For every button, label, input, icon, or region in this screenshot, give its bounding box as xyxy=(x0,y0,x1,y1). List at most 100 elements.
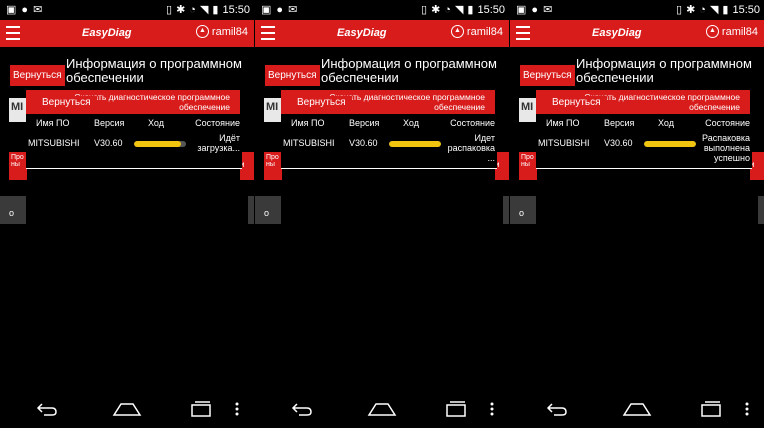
status-bar: ▣ ● ✉ ▯ ✱ ◔ ◥ ▮ 15:50 xyxy=(255,0,509,20)
column-header-version: Версия xyxy=(94,118,125,128)
user-account[interactable]: ▲ ramil84 xyxy=(450,25,503,38)
image-icon: ▣ xyxy=(261,4,272,16)
recents-nav-icon[interactable] xyxy=(445,400,467,418)
back-nav-icon[interactable] xyxy=(36,402,58,416)
background-red-button: Про ны xyxy=(519,152,537,180)
background-gray-item-right xyxy=(758,196,764,224)
overflow-icon[interactable] xyxy=(744,401,750,417)
screen-panel: ▣ ● ✉ ▯ ✱ ◔ ◥ ▮ 15:50 EasyDiag ▲ ramil84… xyxy=(510,0,764,428)
user-name: ramil84 xyxy=(721,25,758,38)
vibrate-icon: ▯ xyxy=(676,4,683,16)
column-header-name: Имя ПО xyxy=(36,118,70,128)
alarm-icon: ◔ xyxy=(699,3,706,16)
column-header-progress: Ход xyxy=(403,118,419,128)
app-bar: EasyDiag ▲ ramil84 xyxy=(255,20,509,47)
navigation-bar xyxy=(510,388,764,428)
wifi-icon: ◥ xyxy=(454,4,464,16)
app-name: EasyDiag xyxy=(337,27,387,39)
page-title: Информация о программном обеспечении xyxy=(321,56,497,85)
home-nav-icon[interactable] xyxy=(622,401,652,417)
mail-icon: ✉ xyxy=(288,4,298,16)
background-red-button-right: и xyxy=(240,152,254,180)
download-label: Скачать диагностическое программное обес… xyxy=(584,92,740,112)
bluetooth-icon: ✱ xyxy=(686,4,696,16)
user-icon: ▲ xyxy=(450,25,464,38)
user-name: ramil84 xyxy=(466,25,503,38)
column-header-progress: Ход xyxy=(148,118,164,128)
recents-nav-icon[interactable] xyxy=(190,400,212,418)
software-status: Идет распаковка ... xyxy=(447,133,495,163)
app-bar: EasyDiag ▲ ramil84 xyxy=(510,20,764,47)
progress-bar xyxy=(389,141,441,147)
screen-panel: ▣ ● ✉ ▯ ✱ ◔ ◥ ▮ 15:50 EasyDiag ▲ ramil84… xyxy=(0,0,254,428)
menu-icon[interactable] xyxy=(261,26,275,40)
user-icon: ▲ xyxy=(195,25,209,38)
chat-icon: ● xyxy=(531,3,539,16)
alarm-icon: ◔ xyxy=(189,3,196,16)
app-name: EasyDiag xyxy=(82,27,132,39)
download-dialog: Вернуться Скачать диагностическое програ… xyxy=(536,90,752,169)
software-status: Распаковка выполнена успешно xyxy=(702,133,751,163)
download-label: Скачать диагностическое программное обес… xyxy=(329,92,485,112)
back-button[interactable]: Вернуться xyxy=(10,65,65,86)
column-header-status: Состояние xyxy=(705,118,750,128)
status-time: 15:50 xyxy=(477,3,505,16)
user-name: ramil84 xyxy=(211,25,248,38)
home-nav-icon[interactable] xyxy=(367,401,397,417)
back-button[interactable]: Вернуться xyxy=(520,65,575,86)
image-icon: ▣ xyxy=(516,4,527,16)
back-nav-icon[interactable] xyxy=(291,402,313,416)
dialog-back-button[interactable]: Вернуться xyxy=(36,96,97,109)
overflow-icon[interactable] xyxy=(489,401,495,417)
recents-nav-icon[interactable] xyxy=(700,400,722,418)
dialog-back-button[interactable]: Вернуться xyxy=(291,96,352,109)
status-bar: ▣ ● ✉ ▯ ✱ ◔ ◥ ▮ 15:50 xyxy=(0,0,254,20)
wifi-icon: ◥ xyxy=(709,4,719,16)
software-version: V30.60 xyxy=(94,138,123,148)
download-software-button[interactable]: Вернуться Скачать диагностическое програ… xyxy=(281,90,495,114)
back-button[interactable]: Вернуться xyxy=(265,65,320,86)
user-icon: ▲ xyxy=(705,25,719,38)
column-header-status: Состояние xyxy=(195,118,240,128)
software-name: MITSUBISHI xyxy=(28,138,80,148)
progress-bar xyxy=(644,141,696,147)
app-bar: EasyDiag ▲ ramil84 xyxy=(0,20,254,47)
battery-icon: ▮ xyxy=(212,4,219,16)
app-name: EasyDiag xyxy=(592,27,642,39)
download-software-button[interactable]: Вернуться Скачать диагностическое програ… xyxy=(26,90,240,114)
mail-icon: ✉ xyxy=(543,4,553,16)
background-red-button-right: и xyxy=(495,152,509,180)
background-gray-item: о xyxy=(255,196,281,224)
bluetooth-icon: ✱ xyxy=(431,4,441,16)
column-header-version: Версия xyxy=(349,118,380,128)
column-header-progress: Ход xyxy=(658,118,674,128)
user-account[interactable]: ▲ ramil84 xyxy=(705,25,758,38)
vibrate-icon: ▯ xyxy=(421,4,428,16)
mail-icon: ✉ xyxy=(33,4,43,16)
page-title: Информация о программном обеспечении xyxy=(576,56,752,85)
screen-panel: ▣ ● ✉ ▯ ✱ ◔ ◥ ▮ 15:50 EasyDiag ▲ ramil84… xyxy=(255,0,509,428)
page-title: Информация о программном обеспечении xyxy=(66,56,242,85)
column-header-status: Состояние xyxy=(450,118,495,128)
download-dialog: Вернуться Скачать диагностическое програ… xyxy=(26,90,242,169)
wifi-icon: ◥ xyxy=(199,4,209,16)
background-gray-item: о xyxy=(0,196,26,224)
menu-icon[interactable] xyxy=(6,26,20,40)
chat-icon: ● xyxy=(276,3,284,16)
back-nav-icon[interactable] xyxy=(546,402,568,416)
software-name: MITSUBISHI xyxy=(283,138,335,148)
battery-icon: ▮ xyxy=(722,4,729,16)
column-header-name: Имя ПО xyxy=(291,118,325,128)
dialog-back-button[interactable]: Вернуться xyxy=(546,96,607,109)
progress-bar xyxy=(134,141,186,147)
menu-icon[interactable] xyxy=(516,26,530,40)
alarm-icon: ◔ xyxy=(444,3,451,16)
overflow-icon[interactable] xyxy=(234,401,240,417)
software-name: MITSUBISHI xyxy=(538,138,590,148)
home-nav-icon[interactable] xyxy=(112,401,142,417)
column-header-name: Имя ПО xyxy=(546,118,580,128)
status-time: 15:50 xyxy=(732,3,760,16)
image-icon: ▣ xyxy=(6,4,17,16)
download-software-button[interactable]: Вернуться Скачать диагностическое програ… xyxy=(536,90,750,114)
user-account[interactable]: ▲ ramil84 xyxy=(195,25,248,38)
